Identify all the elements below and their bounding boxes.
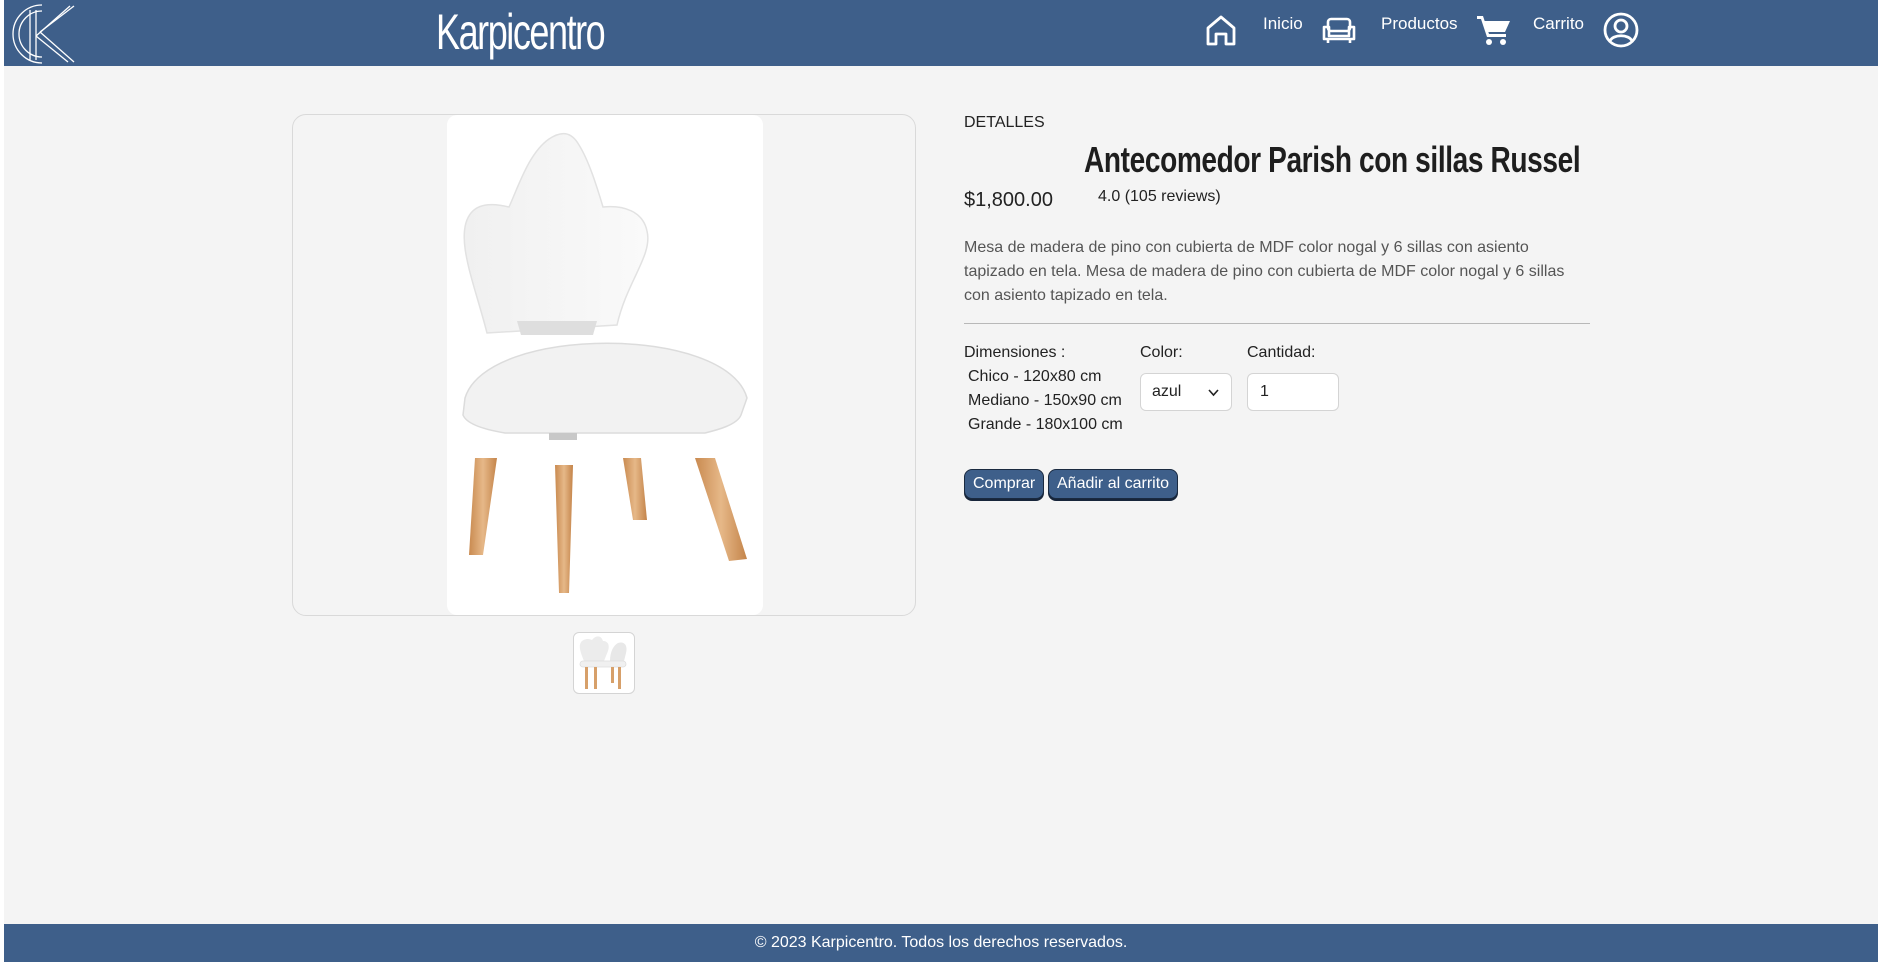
user-icon[interactable]: [1602, 11, 1640, 49]
product-rating: 4.0 (105 reviews): [1098, 188, 1221, 205]
product-description: Mesa de madera de pino con cubierta de M…: [964, 239, 1565, 304]
top-navbar: Karpicentro Inicio Productos Carrito: [4, 0, 1878, 66]
product-thumbnail[interactable]: [573, 632, 635, 694]
dimensions-label: Dimensiones :: [964, 344, 1066, 361]
dimension-chico: Chico - 120x80 cm: [968, 368, 1102, 385]
product-image[interactable]: [447, 115, 763, 615]
footer: © 2023 Karpicentro. Todos los derechos r…: [4, 924, 1878, 962]
page-background: [4, 0, 1878, 962]
color-label: Color:: [1140, 344, 1183, 361]
color-value: azul: [1152, 383, 1182, 400]
product-image-card: [292, 114, 916, 616]
footer-copyright: © 2023 Karpicentro. Todos los derechos r…: [754, 934, 1128, 951]
logo-icon[interactable]: [12, 2, 78, 66]
quantity-label: Cantidad:: [1247, 344, 1316, 361]
dimension-grande: Grande - 180x100 cm: [968, 416, 1123, 433]
divider: [964, 323, 1590, 324]
sofa-icon[interactable]: [1320, 11, 1358, 49]
home-icon[interactable]: [1202, 11, 1240, 49]
cart-icon[interactable]: [1474, 11, 1512, 49]
nav-inicio[interactable]: Inicio: [1263, 14, 1303, 34]
thumbnail-image: [579, 636, 627, 689]
product-title: Antecomedor Parish con sillas Russel: [1084, 139, 1581, 180]
brand-title[interactable]: Karpicentro: [436, 2, 606, 62]
nav-carrito[interactable]: Carrito: [1533, 14, 1584, 34]
nav-productos[interactable]: Productos: [1381, 14, 1458, 34]
add-to-cart-button[interactable]: Añadir al carrito: [1048, 469, 1179, 499]
chevron-down-icon: [1208, 389, 1219, 397]
color-select[interactable]: azul: [1140, 373, 1232, 411]
dimension-mediano: Mediano - 150x90 cm: [968, 392, 1122, 409]
quantity-input[interactable]: [1247, 373, 1339, 411]
chair-image: [462, 132, 748, 593]
buy-button[interactable]: Comprar: [964, 469, 1045, 499]
details-section-label: DETALLES: [964, 114, 1045, 131]
product-price: $1,800.00: [964, 189, 1053, 211]
